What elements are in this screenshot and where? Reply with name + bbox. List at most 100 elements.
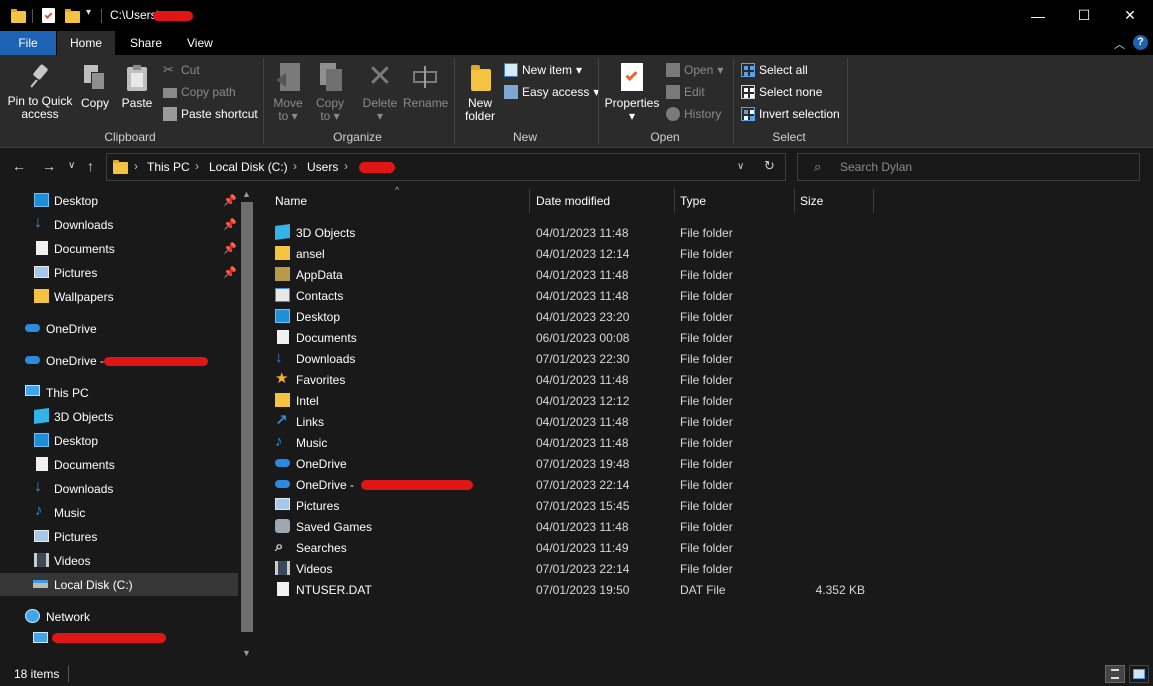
breadcrumb-chevron-icon[interactable]: ›: [344, 159, 348, 173]
scroll-down-arrow-icon[interactable]: ▼: [242, 648, 251, 658]
edit-button[interactable]: Edit: [666, 85, 705, 99]
maximize-button[interactable]: ☐: [1061, 0, 1107, 31]
recent-locations-chevron-icon[interactable]: ∨: [68, 160, 75, 171]
copy-path-button[interactable]: Copy path: [163, 85, 236, 99]
refresh-icon[interactable]: ↻: [764, 158, 775, 174]
sidebar-item-local-disk[interactable]: Local Disk (C:): [0, 573, 238, 596]
sidebar-item-documents[interactable]: Documents: [0, 453, 238, 476]
table-row[interactable]: Desktop 04/01/2023 23:20 File folder: [269, 306, 889, 327]
sidebar-item-music[interactable]: ♪ Music: [0, 501, 238, 524]
sidebar-item-desktop[interactable]: Desktop 📌: [0, 189, 238, 212]
column-header-size[interactable]: Size: [800, 194, 823, 208]
sidebar-item-wallpapers[interactable]: Wallpapers: [0, 285, 238, 308]
close-button[interactable]: ✕: [1107, 0, 1153, 31]
column-header-date-modified[interactable]: Date modified: [536, 194, 610, 208]
table-row[interactable]: ★ Favorites 04/01/2023 11:48 File folder: [269, 369, 889, 390]
select-all-button[interactable]: Select all: [741, 63, 808, 77]
scrollbar-thumb[interactable]: [241, 202, 253, 632]
delete-button[interactable]: ✕ Delete ▾: [361, 62, 399, 123]
table-row[interactable]: ⌕ Searches 04/01/2023 11:49 File folder: [269, 537, 889, 558]
column-header-name[interactable]: Name: [275, 194, 307, 208]
sidebar-item-onedrive-business[interactable]: OneDrive -: [0, 349, 238, 372]
cut-button[interactable]: ✂ Cut: [163, 63, 200, 78]
sidebar-item-downloads[interactable]: ↓ Downloads 📌: [0, 213, 238, 236]
table-row[interactable]: ↓ Downloads 07/01/2023 22:30 File folder: [269, 348, 889, 369]
minimize-button[interactable]: —: [1015, 0, 1061, 31]
sidebar-item-pictures[interactable]: Pictures 📌: [0, 261, 238, 284]
address-bar[interactable]: › This PC › Local Disk (C:) › Users › ∨: [106, 153, 786, 181]
tab-file[interactable]: File: [0, 31, 56, 55]
pinned-icon[interactable]: 📌: [223, 242, 237, 255]
column-header-type[interactable]: Type: [680, 194, 706, 208]
select-none-button[interactable]: Select none: [741, 85, 822, 99]
tab-share[interactable]: Share: [117, 31, 175, 55]
pinned-icon[interactable]: 📌: [223, 218, 237, 231]
table-row[interactable]: Videos 07/01/2023 22:14 File folder: [269, 558, 889, 579]
breadcrumb-chevron-icon[interactable]: ›: [134, 159, 138, 173]
properties-button[interactable]: Properties ▾: [602, 63, 662, 123]
copy-to-button[interactable]: Copy to ▾: [312, 63, 348, 123]
table-row[interactable]: Saved Games 04/01/2023 11:48 File folder: [269, 516, 889, 537]
tab-view[interactable]: View: [174, 31, 226, 55]
new-item-button[interactable]: New item ▾: [504, 63, 582, 77]
customize-quick-access-chevron-icon[interactable]: ▾: [86, 7, 91, 18]
table-row[interactable]: ♪ Music 04/01/2023 11:48 File folder: [269, 432, 889, 453]
large-icons-view-button[interactable]: [1129, 665, 1149, 683]
pinned-icon[interactable]: 📌: [223, 266, 237, 279]
sidebar-item-this-pc[interactable]: This PC: [0, 381, 238, 404]
tab-home[interactable]: Home: [57, 31, 116, 55]
sidebar-item-3d-objects[interactable]: 3D Objects: [0, 405, 238, 428]
table-row[interactable]: ansel 04/01/2023 12:14 File folder: [269, 243, 889, 264]
breadcrumb-chevron-icon[interactable]: ›: [293, 159, 297, 173]
sidebar-item-documents[interactable]: Documents 📌: [0, 237, 238, 260]
up-arrow-icon[interactable]: ↑: [87, 158, 94, 174]
table-row[interactable]: ↗ Links 04/01/2023 11:48 File folder: [269, 411, 889, 432]
table-row[interactable]: 3D Objects 04/01/2023 11:48 File folder: [269, 222, 889, 243]
sidebar-item-network-computer[interactable]: [0, 627, 238, 650]
breadcrumb-local-disk[interactable]: Local Disk (C:): [209, 160, 288, 174]
paste-button[interactable]: Paste: [119, 65, 155, 110]
history-button[interactable]: History: [666, 107, 721, 121]
new-folder-quick-icon[interactable]: [65, 9, 80, 23]
help-icon[interactable]: ?: [1133, 35, 1148, 50]
details-view-button[interactable]: [1105, 665, 1125, 683]
table-row[interactable]: Documents 06/01/2023 00:08 File folder: [269, 327, 889, 348]
table-row[interactable]: Pictures 07/01/2023 15:45 File folder: [269, 495, 889, 516]
column-divider[interactable]: [529, 189, 530, 213]
invert-selection-button[interactable]: Invert selection: [741, 107, 840, 121]
table-row[interactable]: Intel 04/01/2023 12:12 File folder: [269, 390, 889, 411]
new-folder-button[interactable]: New folder: [460, 63, 500, 123]
column-divider[interactable]: [794, 189, 795, 213]
column-divider[interactable]: [873, 189, 874, 213]
sidebar-item-desktop[interactable]: Desktop: [0, 429, 238, 452]
back-arrow-icon[interactable]: ←: [12, 158, 26, 174]
pinned-icon[interactable]: 📌: [223, 194, 237, 207]
table-row[interactable]: Contacts 04/01/2023 11:48 File folder: [269, 285, 889, 306]
open-button[interactable]: Open ▾: [666, 63, 723, 77]
sidebar-item-downloads[interactable]: ↓ Downloads: [0, 477, 238, 500]
breadcrumb-this-pc[interactable]: This PC: [147, 160, 190, 174]
table-row[interactable]: OneDrive - 07/01/2023 22:14 File folder: [269, 474, 889, 495]
table-row[interactable]: NTUSER.DAT 07/01/2023 19:50 DAT File 4.352 …: [269, 579, 889, 600]
copy-button[interactable]: Copy: [78, 65, 112, 110]
forward-arrow-icon[interactable]: →: [42, 158, 56, 174]
column-divider[interactable]: [674, 189, 675, 213]
easy-access-button[interactable]: Easy access ▾: [504, 85, 599, 99]
sidebar-item-network[interactable]: Network: [0, 605, 238, 628]
breadcrumb-chevron-icon[interactable]: ›: [195, 159, 199, 173]
properties-quick-icon[interactable]: [42, 8, 55, 23]
sidebar-item-pictures[interactable]: Pictures: [0, 525, 238, 548]
address-dropdown-chevron-icon[interactable]: ∨: [737, 161, 744, 172]
sidebar-item-videos[interactable]: Videos: [0, 549, 238, 572]
table-row[interactable]: OneDrive 07/01/2023 19:48 File folder: [269, 453, 889, 474]
navigation-scrollbar[interactable]: ▲ ▼: [239, 186, 255, 662]
search-input[interactable]: ⌕ Search Dylan: [797, 153, 1140, 181]
table-row[interactable]: AppData 04/01/2023 11:48 File folder: [269, 264, 889, 285]
collapse-ribbon-icon[interactable]: ︿: [1114, 36, 1125, 52]
breadcrumb-users[interactable]: Users: [307, 160, 338, 174]
pin-to-quick-access-button[interactable]: Pin to Quick access: [4, 63, 76, 121]
scroll-up-arrow-icon[interactable]: ▲: [242, 189, 251, 199]
move-to-button[interactable]: Move to ▾: [270, 63, 306, 123]
sidebar-item-onedrive[interactable]: OneDrive: [0, 317, 238, 340]
rename-button[interactable]: Rename: [403, 63, 448, 110]
